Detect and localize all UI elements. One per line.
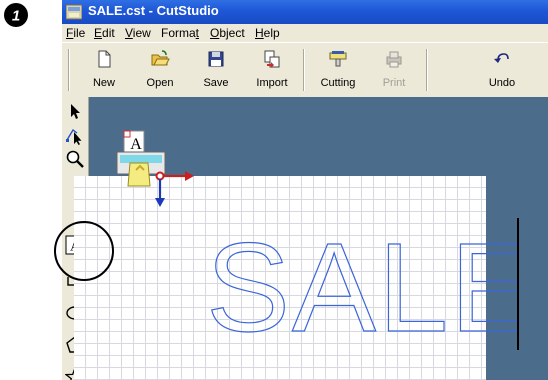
- print-label: Print: [382, 77, 406, 89]
- window-title: SALE.cst - CutStudio: [88, 3, 219, 18]
- floppy-disk-icon: [208, 51, 224, 67]
- svg-text:A: A: [130, 136, 142, 153]
- undo-icon: [494, 53, 509, 63]
- callout-circle: [54, 221, 114, 281]
- save-label: Save: [203, 77, 229, 89]
- menu-format[interactable]: Format: [161, 26, 199, 40]
- cutting-button[interactable]: Cutting: [310, 43, 366, 97]
- cutting-machine-icon: [329, 51, 347, 67]
- toolbar-grip: [68, 49, 70, 91]
- menu-edit[interactable]: Edit: [94, 26, 115, 40]
- outline-text-content: SALE: [206, 228, 518, 340]
- step-number-badge: 1: [4, 3, 28, 27]
- open-button[interactable]: Open: [132, 43, 188, 97]
- print-button[interactable]: Print: [366, 43, 422, 97]
- toolbar-separator: [303, 49, 305, 91]
- cutting-label: Cutting: [320, 77, 356, 89]
- import-icon: [264, 50, 280, 68]
- sale-outline-text[interactable]: SALE: [200, 228, 518, 340]
- new-button[interactable]: New: [76, 43, 132, 97]
- select-arrow-icon[interactable]: [65, 101, 85, 121]
- svg-text:1: 1: [12, 8, 20, 25]
- save-button[interactable]: Save: [188, 43, 244, 97]
- undo-label: Undo: [488, 77, 516, 89]
- app-icon: [66, 4, 82, 20]
- printer-icon: [386, 51, 402, 68]
- new-document-icon: [98, 50, 111, 68]
- open-label: Open: [146, 77, 174, 89]
- toolbar-separator: [426, 49, 428, 91]
- menu-object[interactable]: Object: [210, 26, 245, 40]
- menu-bar: File Edit View Format Object Help: [62, 24, 548, 42]
- title-bar[interactable]: SALE.cst - CutStudio: [62, 0, 548, 24]
- new-label: New: [92, 77, 115, 89]
- menu-file[interactable]: File: [66, 26, 85, 40]
- main-toolbar: New Open Save Import Cutting Print Undo: [62, 42, 548, 98]
- edit-points-icon[interactable]: [65, 125, 85, 145]
- menu-help[interactable]: Help: [255, 26, 280, 40]
- zoom-icon[interactable]: [65, 149, 85, 169]
- cutter-origin-icon: A: [116, 130, 194, 207]
- import-label: Import: [256, 77, 288, 89]
- import-button[interactable]: Import: [244, 43, 300, 97]
- text-cursor: [517, 218, 519, 350]
- menu-view[interactable]: View: [125, 26, 151, 40]
- undo-button[interactable]: Undo: [474, 43, 530, 97]
- open-folder-icon: [151, 50, 170, 66]
